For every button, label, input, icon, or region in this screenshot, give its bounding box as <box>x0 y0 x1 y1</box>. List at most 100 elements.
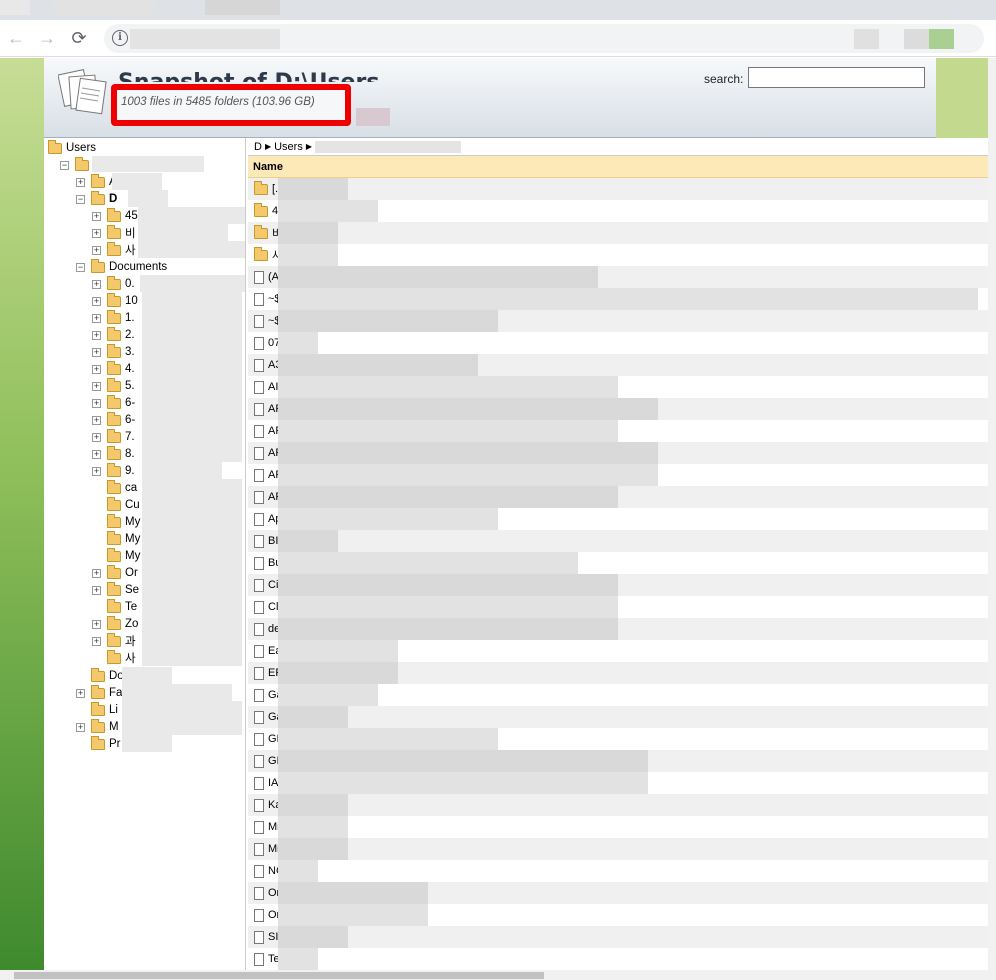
expand-icon[interactable]: + <box>92 313 101 323</box>
list-item[interactable]: AF <box>248 398 988 420</box>
tree-node[interactable]: − Documents <box>76 258 167 275</box>
list-item[interactable]: Ga <box>248 706 988 728</box>
list-item[interactable]: de <box>248 618 988 640</box>
column-header-name[interactable]: Name <box>248 156 988 178</box>
expand-icon[interactable]: + <box>92 296 101 306</box>
list-item[interactable]: Ga <box>248 684 988 706</box>
list-item[interactable]: Or <box>248 904 988 926</box>
tree-node[interactable]: + 사 <box>92 241 136 258</box>
list-item[interactable]: 07 <box>248 332 988 354</box>
list-item[interactable]: Mi <box>248 816 988 838</box>
tree-node[interactable]: + Zo <box>92 615 138 632</box>
list-item[interactable]: Ka <box>248 794 988 816</box>
expand-icon[interactable]: + <box>92 381 101 391</box>
tree-node[interactable]: − <box>60 156 93 173</box>
tree-node[interactable]: ca <box>92 479 137 496</box>
expand-icon[interactable]: + <box>92 466 101 476</box>
tree-node[interactable]: Cu <box>92 496 140 513</box>
list-item[interactable]: Cl <box>248 596 988 618</box>
expand-icon[interactable]: + <box>92 415 101 425</box>
list-item[interactable]: (A <box>248 266 988 288</box>
list-item[interactable]: AF <box>248 464 988 486</box>
list-item[interactable]: 45 <box>248 200 988 222</box>
list-item[interactable]: EF <box>248 662 988 684</box>
address-bar[interactable]: i <box>104 24 984 53</box>
extension-icon[interactable] <box>904 29 929 49</box>
list-item[interactable]: GI <box>248 750 988 772</box>
expand-icon[interactable]: + <box>92 619 101 629</box>
tree-node[interactable]: + 비 <box>92 224 136 241</box>
extension-icon[interactable] <box>854 29 879 49</box>
list-item[interactable]: Ea <box>248 640 988 662</box>
list-item[interactable]: Ci <box>248 574 988 596</box>
expand-icon[interactable]: + <box>92 245 101 255</box>
tree-node[interactable]: Do <box>76 667 124 684</box>
tab-placeholder[interactable] <box>54 0 154 15</box>
list-item[interactable]: BI <box>248 530 988 552</box>
collapse-icon[interactable]: − <box>60 160 69 170</box>
horizontal-scrollbar[interactable] <box>0 970 996 980</box>
reload-icon[interactable]: ⟳ <box>67 26 91 50</box>
tree-node[interactable]: +2. <box>92 326 135 343</box>
expand-icon[interactable]: + <box>92 228 101 238</box>
expand-icon[interactable]: + <box>92 364 101 374</box>
tree-node[interactable]: 사 <box>92 649 136 666</box>
tree-node[interactable]: + Se <box>92 581 139 598</box>
vertical-scrollbar[interactable] <box>988 58 996 970</box>
list-item[interactable]: [..] <box>248 178 988 200</box>
list-item[interactable]: ~$ <box>248 310 988 332</box>
tree-node[interactable]: +7. <box>92 428 135 445</box>
forward-icon[interactable]: → <box>35 26 59 50</box>
list-item[interactable]: Te <box>248 948 988 970</box>
expand-icon[interactable]: + <box>92 398 101 408</box>
tree-node[interactable]: + M <box>76 718 119 735</box>
tree-node[interactable]: +8. <box>92 445 135 462</box>
list-item[interactable]: Mi <box>248 838 988 860</box>
back-icon[interactable]: ← <box>4 26 28 50</box>
tree-node[interactable]: Pr <box>76 735 121 752</box>
list-item[interactable]: AF <box>248 420 988 442</box>
list-item[interactable]: NC <box>248 860 988 882</box>
tree-root[interactable]: Users <box>48 139 96 156</box>
list-item[interactable]: AF <box>248 442 988 464</box>
tree-node[interactable]: +45 <box>92 207 138 224</box>
expand-icon[interactable]: + <box>92 330 101 340</box>
tree-node[interactable]: +10 <box>92 292 138 309</box>
list-item[interactable]: Or <box>248 882 988 904</box>
expand-icon[interactable]: + <box>92 568 101 578</box>
search-input[interactable] <box>748 67 925 88</box>
tree-node[interactable]: + Fa <box>76 684 122 701</box>
list-item[interactable]: 사 <box>248 244 988 266</box>
expand-icon[interactable]: + <box>92 432 101 442</box>
expand-icon[interactable]: + <box>92 449 101 459</box>
expand-icon[interactable]: + <box>92 279 101 289</box>
breadcrumb-drive[interactable]: D <box>254 138 262 156</box>
tree-node[interactable]: +6- <box>92 394 135 411</box>
list-item[interactable]: IA <box>248 772 988 794</box>
tree-node[interactable]: Te <box>92 598 137 615</box>
expand-icon[interactable]: + <box>92 211 101 221</box>
tree-node[interactable]: My <box>92 530 140 547</box>
scrollbar-thumb[interactable] <box>14 972 544 979</box>
list-item[interactable]: AF <box>248 486 988 508</box>
list-item[interactable]: SI <box>248 926 988 948</box>
expand-icon[interactable]: + <box>76 177 85 187</box>
tree-node[interactable]: + Or <box>92 564 138 581</box>
collapse-icon[interactable]: − <box>76 194 85 204</box>
tree-node[interactable]: My <box>92 547 140 564</box>
list-item[interactable]: Ap <box>248 508 988 530</box>
list-item[interactable]: GI <box>248 728 988 750</box>
tree-node[interactable]: +5. <box>92 377 135 394</box>
expand-icon[interactable]: + <box>92 636 101 646</box>
tree-node[interactable]: +4. <box>92 360 135 377</box>
tree-node[interactable]: +3. <box>92 343 135 360</box>
tree-node[interactable]: − D <box>76 190 117 207</box>
tree-node[interactable]: My <box>92 513 140 530</box>
collapse-icon[interactable]: − <box>76 262 85 272</box>
tree-node[interactable]: + 과 <box>92 632 136 649</box>
list-item[interactable]: AI <box>248 376 988 398</box>
list-item[interactable]: 비 <box>248 222 988 244</box>
tab-placeholder[interactable] <box>0 0 30 15</box>
expand-icon[interactable]: + <box>92 585 101 595</box>
tab-placeholder[interactable] <box>205 0 280 15</box>
